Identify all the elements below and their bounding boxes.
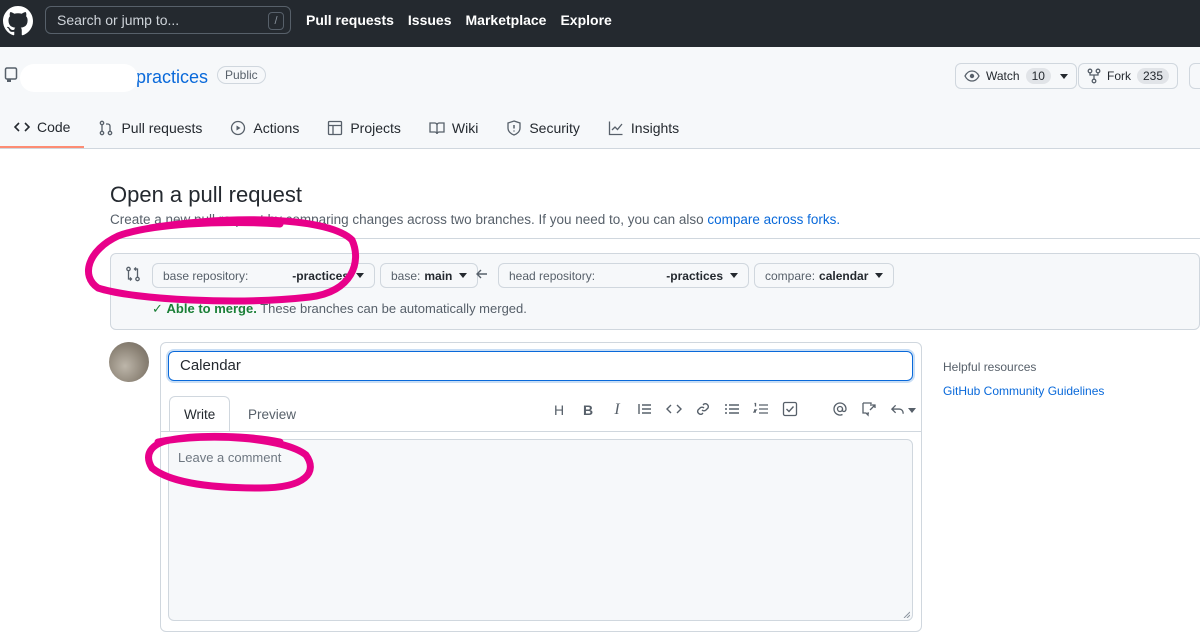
cross-reference-icon[interactable] [861,401,879,419]
quote-icon[interactable] [637,401,655,419]
fork-count: 235 [1137,68,1170,84]
merge-status: ✓ Able to merge. These branches can be a… [152,301,527,317]
repo-header: practices Public Watch 10 Fork 235 Code … [0,47,1200,149]
book-icon [429,120,445,136]
fork-button[interactable]: Fork 235 [1078,63,1179,89]
toolbar-spacer [811,401,821,419]
repo-icon [4,67,18,83]
play-icon [230,120,246,136]
tab-insights[interactable]: Insights [594,108,693,148]
ordered-list-icon[interactable] [753,401,771,419]
head-repo-label: head repository: [509,268,596,283]
eye-icon [964,68,980,84]
redaction-smudge [20,64,138,92]
chevron-down-icon [459,273,468,278]
chevron-down-icon [730,273,738,278]
code-icon [14,119,30,135]
base-repository-select[interactable]: base repository: -practices [152,263,375,288]
tab-preview[interactable]: Preview [234,396,310,432]
base-repo-label: base repository: [163,268,249,283]
tab-projects[interactable]: Projects [313,108,415,148]
global-header: Search or jump to... / Pull requests Iss… [0,0,1200,47]
editor-divider [161,431,921,432]
code-icon[interactable] [666,401,684,419]
tab-label: Projects [350,120,401,136]
graph-icon [608,120,624,136]
tab-write[interactable]: Write [169,396,231,432]
merge-status-detail: These branches can be automatically merg… [260,301,527,316]
tab-security[interactable]: Security [492,108,594,148]
nav-marketplace[interactable]: Marketplace [466,12,547,28]
git-pull-request-icon [98,120,114,136]
star-button[interactable] [1189,63,1200,89]
watch-button[interactable]: Watch 10 [955,63,1077,89]
tab-label: Code [37,119,71,135]
tab-label: Wiki [451,120,479,136]
watch-count: 10 [1025,68,1051,84]
comment-placeholder: Leave a comment [178,450,282,465]
heading-button[interactable]: H [550,401,568,419]
divider [110,238,1200,239]
unordered-list-icon[interactable] [724,401,742,419]
community-guidelines-link[interactable]: GitHub Community Guidelines [943,384,1104,398]
repo-forked-icon [1087,68,1101,84]
subtitle-text: Create a new pull request by comparing c… [110,212,704,227]
tab-label: Insights [630,120,680,136]
tab-actions[interactable]: Actions [216,108,313,148]
resize-handle-icon[interactable] [902,610,910,618]
chevron-down-icon [356,273,364,278]
tab-code[interactable]: Code [0,108,85,148]
nav-explore[interactable]: Explore [560,12,611,28]
check-icon: ✓ [152,301,163,316]
shield-icon [506,120,522,136]
compare-range-box: base repository: -practices base: main h… [110,253,1200,330]
head-repo-value: -practices [666,268,723,283]
mention-icon[interactable] [832,401,850,419]
git-compare-icon [125,266,141,282]
page-title: Open a pull request [110,182,303,207]
italic-button[interactable]: I [608,401,626,419]
base-label: base: [391,268,421,283]
pr-title-input[interactable]: Calendar [168,351,913,381]
comment-textarea[interactable]: Leave a comment [168,439,913,621]
global-nav: Pull requests Issues Marketplace Explore [306,12,612,28]
tab-label: Actions [253,120,300,136]
markdown-toolbar: H B I [550,401,916,419]
base-value: main [424,268,453,283]
tab-label: Pull requests [121,120,203,136]
compare-forks-link[interactable]: compare across forks. [707,212,840,227]
compare-value: calendar [819,268,869,283]
visibility-badge: Public [217,66,266,84]
base-repo-value: -practices [292,268,349,283]
tab-pull-requests[interactable]: Pull requests [84,108,216,148]
base-branch-select[interactable]: base: main [380,263,479,288]
head-repository-select[interactable]: head repository: -practices [498,263,749,288]
compare-branch-select[interactable]: compare: calendar [754,263,895,288]
merge-status-label: Able to merge. [166,301,257,316]
reply-icon[interactable] [890,401,916,419]
nav-pull-requests[interactable]: Pull requests [306,12,394,28]
fork-label: Fork [1107,69,1131,83]
tab-label: Security [529,120,580,136]
helpful-resources-heading: Helpful resources [943,360,1037,374]
page-subtitle: Create a new pull request by comparing c… [110,212,840,227]
github-logo-icon[interactable] [3,6,33,36]
search-shortcut-badge: / [268,12,284,30]
arrow-left-icon [475,267,489,281]
search-placeholder: Search or jump to... [57,12,180,28]
repo-name: practices [136,67,209,87]
tab-wiki[interactable]: Wiki [415,108,492,148]
nav-issues[interactable]: Issues [408,12,452,28]
link-icon[interactable] [695,401,713,419]
watch-label: Watch [986,69,1020,83]
avatar [109,342,149,382]
chevron-down-icon [875,273,884,278]
compare-label: compare: [765,268,816,283]
bold-button[interactable]: B [579,401,597,419]
repo-tabs: Code Pull requests Actions Projects Wiki… [0,108,693,149]
chevron-down-icon [1059,73,1068,79]
task-list-icon[interactable] [782,401,800,419]
search-input[interactable]: Search or jump to... / [45,6,291,34]
table-icon [327,120,343,136]
